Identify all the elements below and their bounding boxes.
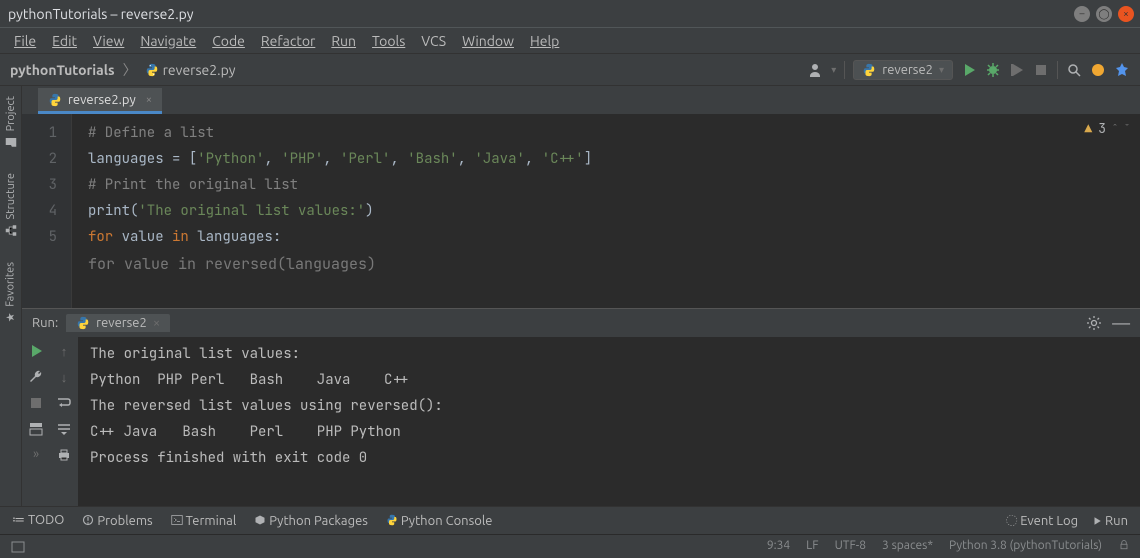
- menu-vcs[interactable]: VCS: [415, 31, 452, 51]
- layout-icon[interactable]: [28, 421, 44, 437]
- menu-refactor[interactable]: Refactor: [255, 31, 321, 51]
- chevron-down-icon[interactable]: ˇ: [1124, 122, 1130, 135]
- console-actions-rail: ↑ ↓: [50, 337, 78, 506]
- run-body: » ↑ ↓ The original list values: Python P…: [22, 337, 1140, 506]
- main-column: reverse2.py × 1 2 3 4 5 # Define a list …: [22, 86, 1140, 506]
- ide-assistant-icon[interactable]: [1090, 62, 1106, 78]
- status-menu-icon[interactable]: [10, 539, 26, 555]
- window-controls: – ◯ ×: [1074, 6, 1134, 22]
- run-tab-label: reverse2: [96, 316, 147, 330]
- project-tool-button[interactable]: Project: [4, 90, 18, 155]
- status-bar: 9:34 LF UTF-8 3 spaces* Python 3.8 (pyth…: [0, 534, 1140, 558]
- editor-tabs: reverse2.py ×: [22, 86, 1140, 114]
- close-tab-icon[interactable]: ×: [146, 94, 152, 106]
- run-tab[interactable]: reverse2 ×: [66, 314, 170, 332]
- run-panel-label: Run:: [32, 316, 58, 330]
- menu-help[interactable]: Help: [524, 31, 565, 51]
- settings-icon[interactable]: [1086, 315, 1102, 331]
- softwrap-icon[interactable]: [56, 395, 72, 411]
- python-file-icon: [145, 63, 159, 77]
- title-bar: pythonTutorials – reverse2.py – ◯ ×: [0, 0, 1140, 28]
- encoding[interactable]: UTF-8: [835, 539, 866, 554]
- run-config-selector[interactable]: reverse2 ▾: [853, 60, 953, 80]
- print-icon[interactable]: [56, 447, 72, 463]
- structure-tool-button[interactable]: Structure: [4, 167, 18, 244]
- console-output[interactable]: The original list values: Python PHP Per…: [78, 337, 1140, 506]
- python-console-button[interactable]: Python Console: [386, 514, 493, 528]
- run-toolwindow-button[interactable]: Run: [1092, 514, 1128, 528]
- indent[interactable]: 3 spaces*: [882, 539, 933, 554]
- run-actions-rail: »: [22, 337, 50, 506]
- python-icon: [76, 316, 90, 330]
- menu-view[interactable]: View: [87, 31, 130, 51]
- warning-count: 3: [1098, 120, 1106, 137]
- favorites-tool-button[interactable]: ★ Favorites: [4, 256, 17, 330]
- maximize-button[interactable]: ◯: [1096, 6, 1112, 22]
- inlay-hint: for value in reversed(languages): [88, 254, 376, 274]
- user-icon[interactable]: [807, 62, 823, 78]
- scroll-to-end-icon[interactable]: [56, 421, 72, 437]
- menu-window[interactable]: Window: [456, 31, 520, 51]
- breadcrumb-file[interactable]: reverse2.py: [163, 62, 236, 78]
- down-icon[interactable]: ↓: [56, 369, 72, 385]
- menu-file[interactable]: File: [8, 31, 42, 51]
- python-icon: [862, 63, 876, 77]
- warning-icon: ▲: [1084, 120, 1092, 137]
- debug-button[interactable]: [985, 62, 1001, 78]
- toolbar-right: ▾ reverse2 ▾: [807, 60, 1130, 80]
- chevron-up-icon[interactable]: ˆ: [1112, 122, 1118, 135]
- up-icon[interactable]: ↑: [56, 343, 72, 359]
- terminal-button[interactable]: Terminal: [171, 514, 237, 528]
- bottom-tool-bar: ≔ TODO Problems Terminal Python Packages…: [0, 506, 1140, 534]
- line-gutter: 1 2 3 4 5: [22, 114, 72, 308]
- code-area[interactable]: # Define a list languages = [['Python', …: [72, 114, 1140, 308]
- line-separator[interactable]: LF: [806, 539, 818, 554]
- problems-button[interactable]: Problems: [82, 514, 152, 528]
- ide-features-icon[interactable]: [1114, 62, 1130, 78]
- python-file-icon: [48, 93, 62, 107]
- stop-icon[interactable]: [28, 395, 44, 411]
- menu-tools[interactable]: Tools: [366, 31, 411, 51]
- hide-panel-icon[interactable]: —: [1112, 313, 1130, 333]
- menu-run[interactable]: Run: [325, 31, 362, 51]
- run-config-name: reverse2: [882, 63, 933, 77]
- more-icon[interactable]: »: [33, 447, 39, 461]
- editor-inspections[interactable]: ▲ 3 ˆ ˇ: [1084, 120, 1130, 137]
- minimize-button[interactable]: –: [1074, 6, 1090, 22]
- window-title: pythonTutorials – reverse2.py: [8, 6, 194, 22]
- body: Project Structure ★ Favorites reverse2.p…: [0, 86, 1140, 506]
- menu-edit[interactable]: Edit: [46, 31, 83, 51]
- left-tool-rail: Project Structure ★ Favorites: [0, 86, 22, 506]
- packages-button[interactable]: Python Packages: [254, 514, 368, 528]
- breadcrumb: pythonTutorials 〉 reverse2.py: [10, 60, 236, 80]
- search-icon[interactable]: [1066, 62, 1082, 78]
- close-button[interactable]: ×: [1118, 6, 1134, 22]
- menu-navigate[interactable]: Navigate: [134, 31, 202, 51]
- divider: [844, 61, 845, 79]
- todo-button[interactable]: ≔ TODO: [12, 513, 64, 528]
- navigation-bar: pythonTutorials 〉 reverse2.py ▾ reverse2…: [0, 54, 1140, 86]
- code-editor[interactable]: 1 2 3 4 5 # Define a list languages = [[…: [22, 114, 1140, 308]
- stop-button[interactable]: [1033, 62, 1049, 78]
- coverage-button[interactable]: [1009, 62, 1025, 78]
- divider: [1057, 61, 1058, 79]
- editor-tab-label: reverse2.py: [68, 93, 136, 107]
- run-panel: Run: reverse2 × —: [22, 308, 1140, 506]
- close-run-tab-icon[interactable]: ×: [153, 316, 160, 330]
- lock-icon[interactable]: [1118, 539, 1130, 554]
- menu-code[interactable]: Code: [206, 31, 251, 51]
- breadcrumb-separator: 〉: [119, 60, 141, 80]
- chevron-down-icon: ▾: [939, 64, 944, 76]
- event-log-button[interactable]: ◌ Event Log: [1006, 514, 1078, 528]
- wrench-icon[interactable]: [28, 369, 44, 385]
- run-button[interactable]: [961, 62, 977, 78]
- caret-position[interactable]: 9:34: [767, 539, 790, 554]
- run-panel-header: Run: reverse2 × —: [22, 309, 1140, 337]
- menu-bar: File Edit View Navigate Code Refactor Ru…: [0, 28, 1140, 54]
- rerun-icon[interactable]: [28, 343, 44, 359]
- python-sdk[interactable]: Python 3.8 (pythonTutorials): [949, 539, 1102, 554]
- breadcrumb-root[interactable]: pythonTutorials: [10, 62, 115, 78]
- editor-tab-reverse2[interactable]: reverse2.py ×: [38, 88, 162, 114]
